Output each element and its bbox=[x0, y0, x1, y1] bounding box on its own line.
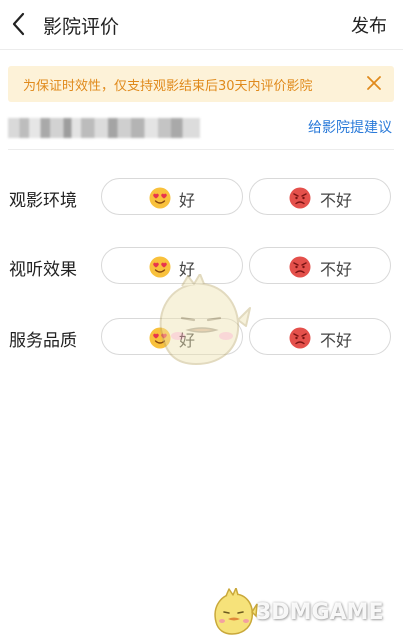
good-label: 好 bbox=[179, 191, 196, 210]
bad-label: 不好 bbox=[320, 331, 353, 350]
back-button[interactable] bbox=[6, 9, 34, 39]
notice-banner: 为保证时效性，仅支持观影结束后30天内评价影院 bbox=[8, 66, 394, 102]
chevron-left-icon bbox=[12, 12, 25, 36]
brand-watermark-text: 3DMGAME bbox=[256, 600, 384, 625]
close-icon bbox=[367, 76, 381, 90]
page-title: 影院评价 bbox=[43, 16, 120, 38]
mascot-logo-icon bbox=[214, 588, 258, 635]
bad-button[interactable]: 不好 bbox=[249, 318, 391, 355]
bad-label: 不好 bbox=[320, 260, 353, 279]
rating-row-environment: 观影环境 好 不好 bbox=[0, 178, 403, 216]
good-button[interactable]: 好 bbox=[101, 178, 243, 215]
heart-eyes-emoji-icon bbox=[149, 187, 171, 209]
notice-text: 为保证时效性，仅支持观影结束后30天内评价影院 bbox=[23, 79, 313, 94]
rating-label: 观影环境 bbox=[9, 191, 77, 211]
cinema-review-page: 影院评价 发布 为保证时效性，仅支持观影结束后30天内评价影院 给影院提建议 观… bbox=[0, 0, 403, 640]
angry-face-emoji-icon bbox=[289, 187, 311, 209]
cinema-name-redacted bbox=[8, 118, 200, 138]
rating-label: 服务品质 bbox=[9, 331, 77, 351]
brand-watermark: 3DMGAME bbox=[208, 588, 398, 636]
notice-close-button[interactable] bbox=[366, 75, 382, 91]
bad-button[interactable]: 不好 bbox=[249, 247, 391, 284]
suggest-link[interactable]: 给影院提建议 bbox=[308, 117, 392, 137]
mascot-watermark-icon bbox=[159, 274, 251, 366]
rating-label: 视听效果 bbox=[9, 260, 77, 280]
bad-label: 不好 bbox=[320, 191, 353, 210]
angry-face-emoji-icon bbox=[289, 327, 311, 349]
publish-button[interactable]: 发布 bbox=[351, 12, 387, 38]
top-bar: 影院评价 发布 bbox=[0, 0, 403, 50]
bad-button[interactable]: 不好 bbox=[249, 178, 391, 215]
cinema-info-row: 给影院提建议 bbox=[8, 112, 394, 150]
angry-face-emoji-icon bbox=[289, 256, 311, 278]
